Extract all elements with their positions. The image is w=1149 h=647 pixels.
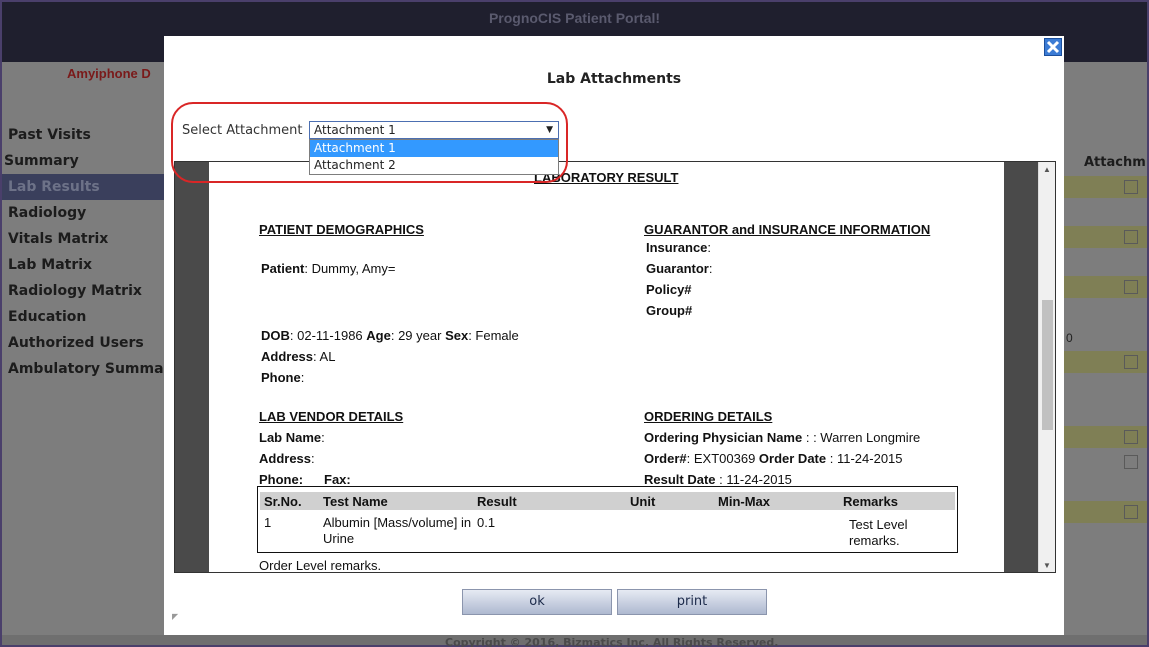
attachment-icon[interactable] [1124, 505, 1138, 519]
order-level-remarks: Order Level remarks. [259, 558, 382, 573]
group-field: Group# [646, 303, 693, 318]
scroll-down-arrow-icon[interactable]: ▼ [1039, 558, 1055, 572]
column-header-result: Result [477, 494, 517, 509]
cell-test-name-line2: Urine [323, 531, 355, 546]
attachment-icon[interactable] [1124, 280, 1138, 294]
order-number-field: Order#: EXT00369 Order Date : 11-24-2015 [644, 451, 903, 466]
sidebar-item-radiology-matrix[interactable]: Radiology Matrix [2, 278, 164, 304]
lab-name-field: Lab Name: [259, 430, 325, 445]
ordering-heading: ORDERING DETAILS [644, 409, 773, 424]
lab-vendor-heading: LAB VENDOR DETAILS [259, 409, 404, 424]
resize-grip-icon[interactable]: ◤ [172, 612, 178, 621]
sidebar-item-lab-matrix[interactable]: Lab Matrix [2, 252, 164, 278]
column-header-min-max: Min-Max [718, 494, 770, 509]
vendor-address-field: Address: [259, 451, 315, 466]
chevron-down-icon: ▼ [546, 125, 553, 135]
ok-button[interactable]: ok [462, 589, 612, 615]
print-button[interactable]: print [617, 589, 767, 615]
vendor-phone-field: Phone: [259, 472, 304, 487]
lab-attachments-dialog: Lab Attachments Select Attachment Attach… [164, 36, 1064, 635]
attachment-icon[interactable] [1124, 230, 1138, 244]
sidebar: Past Visits Summary Lab Results Radiolog… [2, 122, 164, 382]
cell-remarks-line1: Test Level [849, 517, 908, 532]
sidebar-item-vitals-matrix[interactable]: Vitals Matrix [2, 226, 164, 252]
cell-result: 0.1 [477, 515, 496, 530]
results-table-header: Sr.No. Test Name Result Unit Min-Max Rem… [260, 492, 955, 510]
sidebar-item-education[interactable]: Education [2, 304, 164, 330]
sidebar-item-authorized-users[interactable]: Authorized Users [2, 330, 164, 356]
viewer-scrollbar[interactable]: ▲ ▼ [1038, 162, 1055, 572]
patient-name: Amyiphone D [67, 66, 151, 81]
scroll-up-arrow-icon[interactable]: ▲ [1039, 162, 1055, 178]
dropdown-option-attachment-1[interactable]: Attachment 1 [310, 140, 558, 157]
close-icon [1046, 40, 1060, 54]
guarantor-field: Guarantor: [646, 261, 713, 276]
attachment-select-value: Attachment 1 [314, 123, 396, 137]
ordering-physician-field: Ordering Physician Name : : Warren Longm… [644, 430, 921, 445]
attachment-icon[interactable] [1124, 430, 1138, 444]
scroll-thumb[interactable] [1042, 300, 1053, 430]
copyright-text: Copyright © 2016, Bizmatics Inc. All Rig… [445, 636, 779, 647]
column-header-unit: Unit [630, 494, 656, 509]
column-header-srno: Sr.No. [264, 494, 302, 509]
dialog-title: Lab Attachments [546, 71, 682, 87]
close-button[interactable] [1044, 38, 1062, 56]
attachment-icon[interactable] [1124, 180, 1138, 194]
stray-value: 0 [1066, 331, 1073, 345]
portal-title: PrognoCIS Patient Portal! [488, 10, 661, 26]
cell-test-name-line1: Albumin [Mass/volume] in [323, 515, 472, 530]
attachments-column-header: Attachm [1084, 155, 1146, 170]
column-header-test-name: Test Name [323, 494, 388, 509]
sidebar-item-summary[interactable]: Summary [2, 148, 164, 174]
cell-remarks-line2: remarks. [849, 533, 900, 548]
dob-age-sex-field: DOB: 02-11-1986 Age: 29 year Sex: Female [261, 328, 519, 343]
phone-field: Phone: [261, 370, 305, 385]
dropdown-option-attachment-2[interactable]: Attachment 2 [310, 157, 558, 174]
report-page: LABORATORY RESULT PATIENT DEMOGRAPHICS G… [209, 162, 1004, 573]
attachment-icon[interactable] [1124, 455, 1138, 469]
patient-field: Patient: Dummy, Amy= [261, 261, 396, 276]
policy-field: Policy# [646, 282, 692, 297]
attachment-viewer[interactable]: LABORATORY RESULT PATIENT DEMOGRAPHICS G… [174, 161, 1056, 573]
cell-srno: 1 [264, 515, 272, 530]
attachment-dropdown-list: Attachment 1 Attachment 2 [309, 139, 559, 175]
select-attachment-label: Select Attachment [182, 123, 303, 138]
attachment-select[interactable]: Attachment 1 ▼ [309, 121, 559, 139]
sidebar-item-lab-results[interactable]: Lab Results [2, 174, 164, 200]
guarantor-heading: GUARANTOR and INSURANCE INFORMATION [644, 222, 931, 237]
result-date-field: Result Date : 11-24-2015 [644, 472, 792, 487]
fax-field: Fax: [324, 472, 351, 487]
sidebar-item-ambulatory-summary[interactable]: Ambulatory Summary [2, 356, 164, 382]
address-field: Address: AL [261, 349, 336, 364]
sidebar-item-radiology[interactable]: Radiology [2, 200, 164, 226]
results-table: Sr.No. Test Name Result Unit Min-Max Rem… [257, 486, 958, 553]
column-header-remarks: Remarks [843, 494, 898, 509]
sidebar-item-past-visits[interactable]: Past Visits [2, 122, 164, 148]
insurance-field: Insurance: [646, 240, 712, 255]
attachment-icon[interactable] [1124, 355, 1138, 369]
demographics-heading: PATIENT DEMOGRAPHICS [259, 222, 424, 237]
